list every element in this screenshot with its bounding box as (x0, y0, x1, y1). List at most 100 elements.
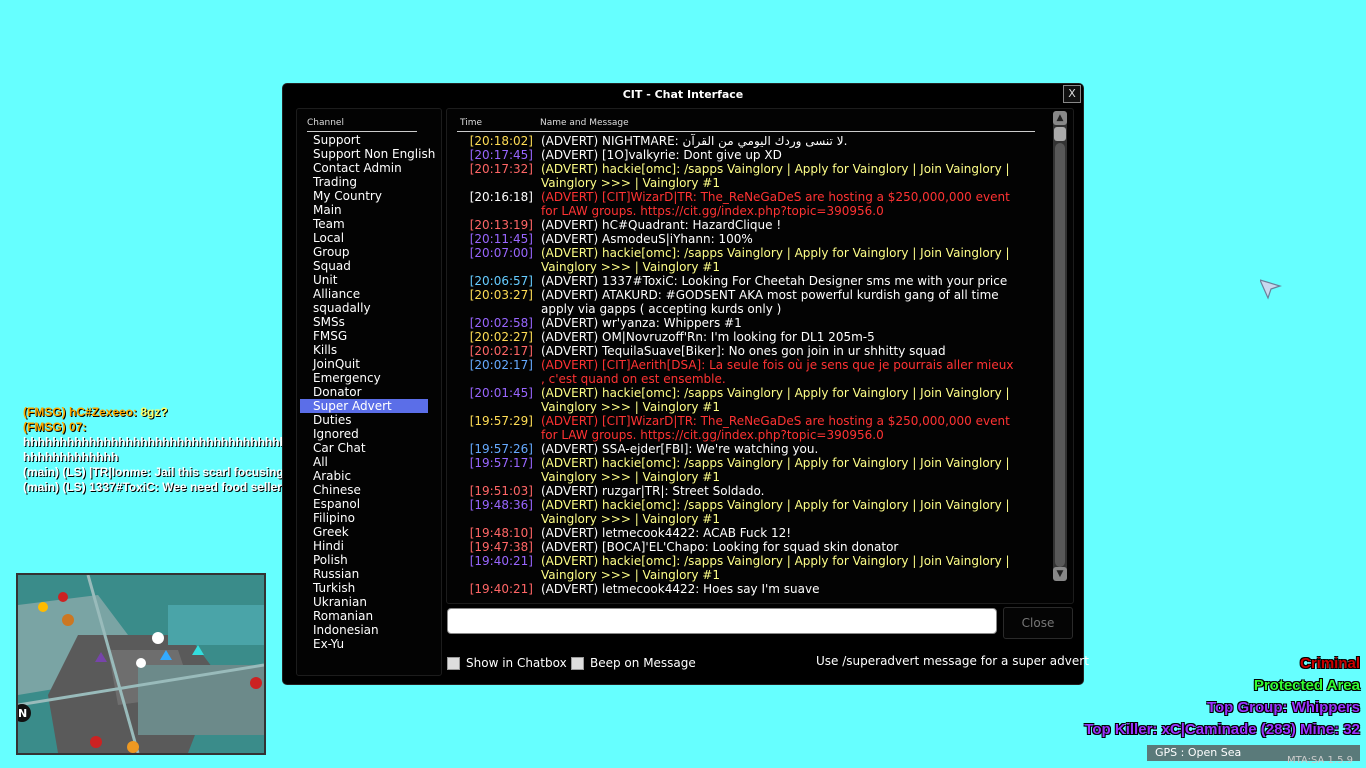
message-time: [20:17:32] (469, 162, 533, 176)
message-text: (ADVERT) SSA-ejder[FBI]: We're watching … (541, 442, 819, 456)
message-row: [20:02:17] (ADVERT) TequilaSuave[Biker]: … (457, 344, 1047, 358)
message-time: [19:40:21] (469, 582, 533, 596)
checkbox-box[interactable] (447, 656, 460, 670)
chat-line-prefix: (main) (LS) |TR|Ionme: (23, 465, 152, 479)
channel-item[interactable]: squadally (300, 301, 428, 315)
message-text: (ADVERT) TequilaSuave[Biker]: No ones go… (541, 344, 946, 358)
window-close-x-button[interactable]: X (1063, 85, 1081, 103)
channel-item[interactable]: Ex-Yu (300, 637, 428, 651)
channel-item[interactable]: Emergency (300, 371, 428, 385)
message-row: [19:57:26] (ADVERT) SSA-ejder[FBI]: We're… (457, 442, 1047, 456)
message-time: [20:03:27] (469, 288, 533, 302)
channel-item[interactable]: Alliance (300, 287, 428, 301)
background-chat-line: (main) (LS) |TR|Ionme: Jail this scarl f… (23, 465, 285, 480)
message-row: [20:11:45] (ADVERT) AsmodeuS|iYhann: 100% (457, 232, 1047, 246)
message-row: [19:48:36] (ADVERT) hackie[omc]: /sapps V… (457, 498, 1047, 526)
beep-on-message-label: Beep on Message (590, 656, 696, 670)
scroll-track[interactable] (1055, 143, 1065, 567)
background-chatbox: (FMSG) hC#Zexeeo: 8gz? (FMSG) 07: hhhhhhhh… (23, 405, 285, 495)
message-panel: Time Name and Message [20:18:02] (ADVERT)… (446, 108, 1074, 604)
channel-item[interactable]: JoinQuit (300, 357, 428, 371)
channel-item[interactable]: Super Advert (300, 399, 428, 413)
chat-line-prefix: (FMSG) hC#Zexeeo: (23, 405, 138, 419)
message-text: (ADVERT) hackie[omc]: /sapps Vainglory |… (541, 386, 1010, 414)
channel-item[interactable]: Espanol (300, 497, 428, 511)
channel-item[interactable]: Romanian (300, 609, 428, 623)
svg-text:N: N (18, 707, 27, 720)
message-time: [19:57:17] (469, 456, 533, 470)
scroll-up-arrow-icon[interactable]: ▲ (1053, 111, 1067, 125)
message-time: [20:11:45] (469, 232, 533, 246)
scroll-thumb[interactable] (1054, 127, 1066, 141)
hud-zone-status: Protected Area (1253, 677, 1360, 694)
channel-item[interactable]: Hindi (300, 539, 428, 553)
channel-item[interactable]: Indonesian (300, 623, 428, 637)
channel-item[interactable]: Trading (300, 175, 428, 189)
message-text: (ADVERT) hackie[omc]: /sapps Vainglory |… (541, 456, 1010, 484)
channel-item[interactable]: All (300, 455, 428, 469)
message-text: (ADVERT) hackie[omc]: /sapps Vainglory |… (541, 498, 1010, 526)
channel-item[interactable]: My Country (300, 189, 428, 203)
channel-item[interactable]: Unit (300, 273, 428, 287)
close-button[interactable]: Close (1003, 607, 1073, 639)
message-time: [20:07:00] (469, 246, 533, 260)
message-list: [20:18:02] (ADVERT) NIGHTMARE: لا تنسى ور… (457, 134, 1047, 596)
channel-item[interactable]: Arabic (300, 469, 428, 483)
channel-item[interactable]: FMSG (300, 329, 428, 343)
message-row: [20:01:45] (ADVERT) hackie[omc]: /sapps V… (457, 386, 1047, 414)
message-row: [20:16:18] (ADVERT) [CIT]WizarD|TR: The_R… (457, 190, 1047, 218)
channel-item[interactable]: Team (300, 217, 428, 231)
channel-item[interactable]: Chinese (300, 483, 428, 497)
channel-item[interactable]: Filipino (300, 511, 428, 525)
message-time: [20:18:02] (469, 134, 533, 148)
message-text: (ADVERT) [CIT]WizarD|TR: The_ReNeGaDeS a… (541, 414, 1010, 442)
chat-line-text: Wee need food seller (158, 480, 282, 494)
message-text: (ADVERT) [CIT]WizarD|TR: The_ReNeGaDeS a… (541, 190, 1010, 218)
message-text: (ADVERT) hackie[omc]: /sapps Vainglory |… (541, 162, 1010, 190)
channel-item[interactable]: Contact Admin (300, 161, 428, 175)
message-text: (ADVERT) hC#Quadrant: HazardClique ! (541, 218, 782, 232)
message-text: (ADVERT) ruzgar|TR|: Street Soldado. (541, 484, 765, 498)
channel-item[interactable]: Donator (300, 385, 428, 399)
channel-item[interactable]: Support Non English (300, 147, 435, 161)
channel-item[interactable]: Ukranian (300, 595, 428, 609)
channel-item[interactable]: Ignored (300, 427, 428, 441)
message-time: [20:02:27] (469, 330, 533, 344)
message-input[interactable] (447, 608, 997, 634)
checkbox-box[interactable] (571, 656, 584, 670)
message-time: [20:13:19] (469, 218, 533, 232)
message-text: (ADVERT) NIGHTMARE: لا تنسى وردك اليومي … (541, 134, 848, 148)
message-header: Time Name and Message (457, 118, 1035, 132)
message-time: [19:57:26] (469, 442, 533, 456)
message-row: [19:47:38] (ADVERT) [BOCA]'EL'Chapo: Look… (457, 540, 1047, 554)
channel-item[interactable]: Russian (300, 567, 428, 581)
message-row: [20:17:45] (ADVERT) [1O]valkyrie: Dont gi… (457, 148, 1047, 162)
channel-item[interactable]: Local (300, 231, 428, 245)
channel-item[interactable]: Squad (300, 259, 428, 273)
beep-on-message-checkbox[interactable]: Beep on Message (571, 656, 696, 670)
channel-item[interactable]: Turkish (300, 581, 428, 595)
channel-item[interactable]: Main (300, 203, 428, 217)
hud-top-group: Top Group: Whippers (1206, 699, 1360, 716)
channel-item[interactable]: Polish (300, 553, 428, 567)
channel-item[interactable]: Support (300, 133, 428, 147)
channel-item[interactable]: Group (300, 245, 428, 259)
message-scrollbar[interactable]: ▲ ▼ (1053, 111, 1067, 581)
message-time: [20:16:18] (469, 190, 533, 204)
channel-item[interactable]: Car Chat (300, 441, 428, 455)
message-time: [20:02:17] (469, 344, 533, 358)
channel-item[interactable]: Duties (300, 413, 428, 427)
channel-item[interactable]: Greek (300, 525, 428, 539)
message-text: (ADVERT) wr'yanza: Whippers #1 (541, 316, 742, 330)
scroll-down-arrow-icon[interactable]: ▼ (1053, 567, 1067, 581)
channel-item[interactable]: Kills (300, 343, 428, 357)
message-time: [19:40:21] (469, 554, 533, 568)
hud-top-killer: Top Killer: xC|Caminade (283) Mine: 32 (1084, 721, 1360, 738)
message-row: [20:13:19] (ADVERT) hC#Quadrant: HazardCl… (457, 218, 1047, 232)
message-row: [19:40:21] (ADVERT) letmecook4422: Hoes s… (457, 582, 1047, 596)
show-in-chatbox-checkbox[interactable]: Show in Chatbox (447, 656, 567, 670)
chat-line-text: hhhhhhhhhhhhh (23, 450, 119, 464)
channel-header: Channel (307, 118, 417, 132)
background-chat-line: (FMSG) hC#Zexeeo: 8gz? (23, 405, 285, 420)
channel-item[interactable]: SMSs (300, 315, 428, 329)
